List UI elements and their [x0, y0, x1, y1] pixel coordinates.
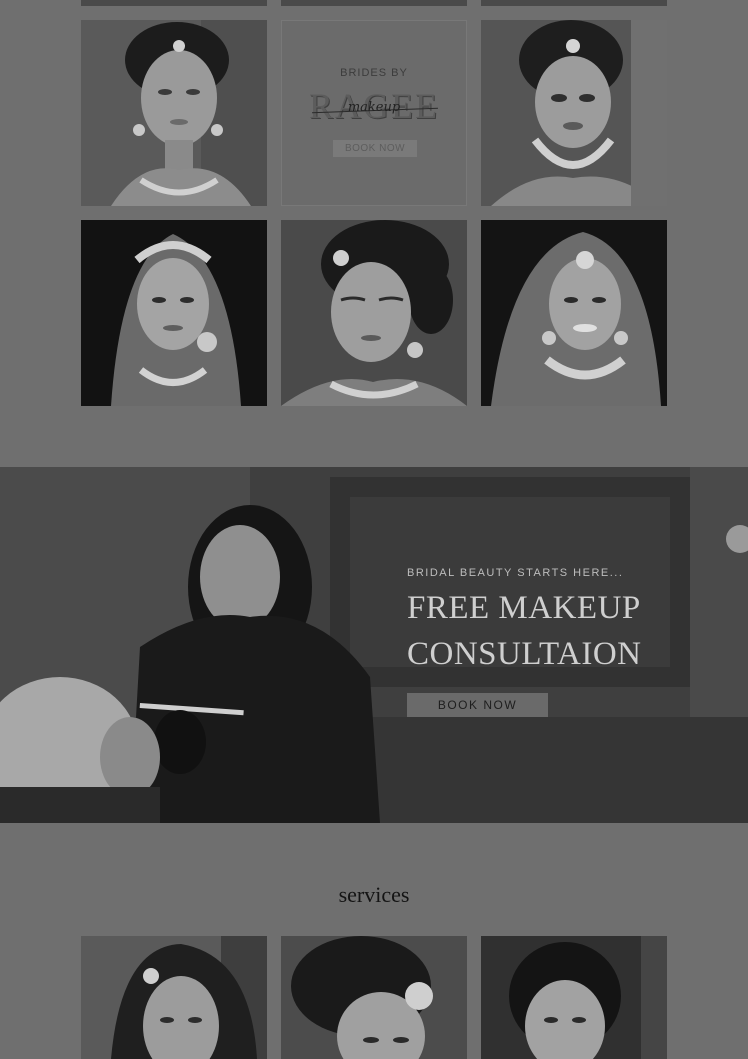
bride-portrait-image: [81, 936, 267, 1059]
gallery-photo-bride-1[interactable]: [81, 20, 267, 206]
logo-brides-by-text: BRIDES BY: [340, 67, 408, 79]
banner-kicker-text: BRIDAL BEAUTY STARTS HERE...: [407, 567, 624, 579]
bride-portrait-image: [81, 20, 267, 206]
gallery-photo-bride-2[interactable]: [481, 20, 667, 206]
brand-logo-tile: BRIDES BY RAGEE makeup BOOK NOW: [281, 20, 467, 206]
banner-title-line2: CONSULTAION: [407, 636, 642, 672]
service-photo-3[interactable]: [481, 936, 667, 1059]
bride-portrait-image: [81, 220, 267, 406]
services-heading: services: [338, 882, 410, 907]
gallery-photo-bride-5[interactable]: [481, 220, 667, 406]
bride-portrait-image: [481, 20, 667, 206]
gallery-photo-bride-3[interactable]: [81, 220, 267, 406]
gallery-top-strip-1: [81, 0, 267, 6]
banner-book-now-button[interactable]: BOOK NOW: [407, 693, 548, 717]
bride-portrait-image: [481, 936, 667, 1059]
service-photo-2[interactable]: [281, 936, 467, 1059]
gallery-top-strip-3: [481, 0, 667, 6]
logo-makeup-script: makeup: [347, 100, 401, 115]
banner-title-line1: FREE MAKEUP: [407, 590, 641, 626]
gallery-top-strip-2: [281, 0, 467, 6]
bride-portrait-image: [281, 936, 467, 1059]
bride-portrait-image: [281, 220, 467, 406]
logo-book-now-button[interactable]: BOOK NOW: [333, 140, 417, 157]
service-photo-1[interactable]: [81, 936, 267, 1059]
bride-portrait-image: [481, 220, 667, 406]
gallery-photo-bride-4[interactable]: [281, 220, 467, 406]
